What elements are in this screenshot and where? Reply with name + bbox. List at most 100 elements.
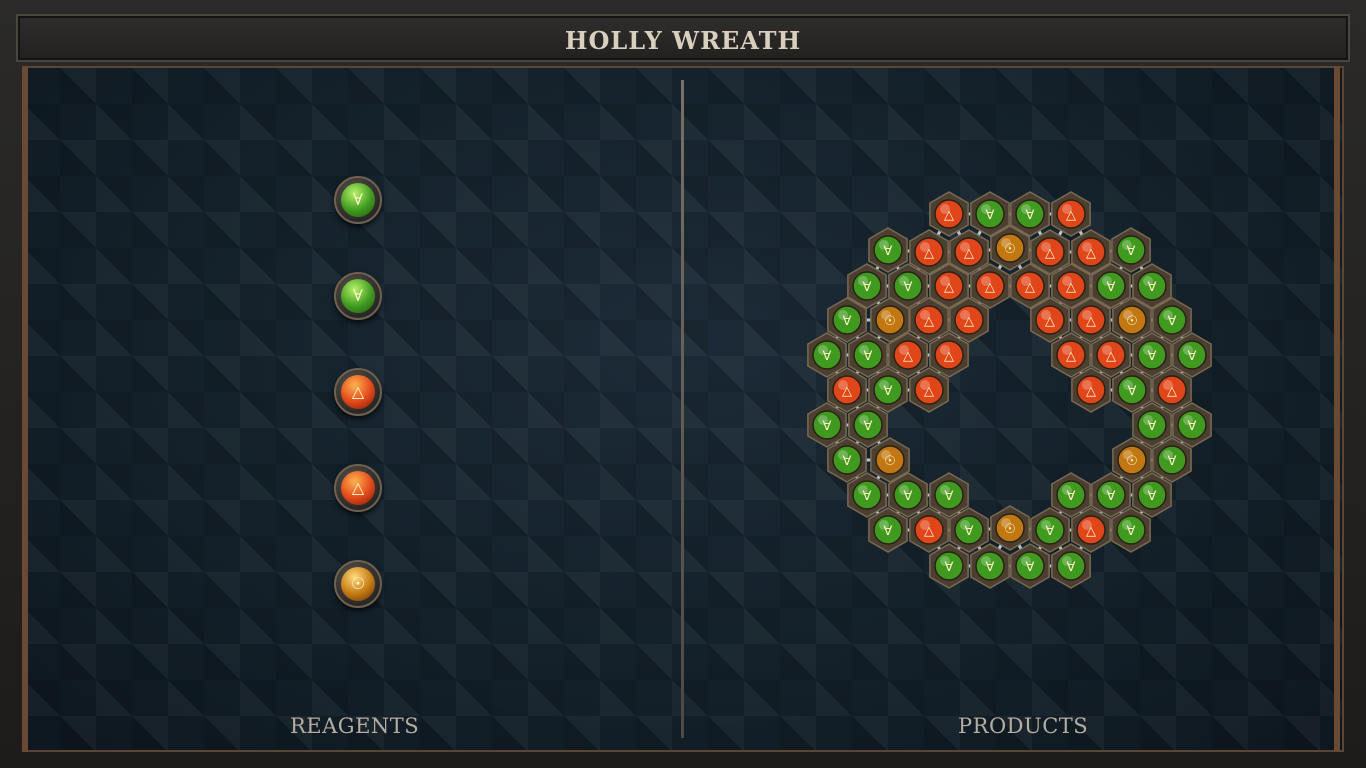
green-element-icon: ∀ [1168,314,1177,329]
red-atom: △ [1051,191,1091,237]
green-element-icon: ∀ [864,349,873,364]
red-element-icon: △ [1086,246,1096,261]
gold-element-icon: ☉ [1004,242,1016,257]
gold-atom: ☉ [990,505,1030,551]
green-atom: ∀ [807,332,847,378]
red-element-icon: △ [924,384,934,399]
green-element-icon: ∀ [863,489,872,504]
green-element-icon: ∀ [1148,280,1157,295]
green-atom: ∀ [929,472,969,518]
green-element-icon: ∀ [843,314,852,329]
red-element-icon: △ [985,280,995,295]
red-element-icon: △ [1086,524,1096,539]
red-element-icon: △ [944,280,954,295]
green-element-icon: ∀ [823,349,832,364]
green-atom: ∀ [848,402,888,448]
red-element-icon: △ [964,246,974,261]
gold-element-icon: ☉ [1126,314,1138,329]
green-element-icon: ∀ [1067,489,1076,504]
red-element-icon: △ [944,208,954,223]
green-atom: ∀ [970,543,1010,589]
gold-atom: ☉ [1112,437,1152,483]
green-atom: ∀ [1132,472,1172,518]
red-element-icon: △ [924,524,934,539]
red-element-icon: △ [1066,208,1076,223]
red-atom: △ [1051,332,1091,378]
red-element-icon: △ [964,314,974,329]
green-element-icon: ∀ [1188,419,1197,434]
red-atom: △ [909,367,949,413]
red-element-icon: △ [944,349,954,364]
green-element-icon: ∀ [965,524,974,539]
green-atom: ∀ [868,227,908,273]
red-element-icon: △ [1106,349,1116,364]
green-element-icon: ∀ [823,419,832,434]
green-element-icon: ∀ [1127,244,1136,259]
gold-element-icon: ☉ [1126,454,1138,469]
green-element-icon: ∀ [945,489,954,504]
gold-element-icon: ☉ [884,314,896,329]
red-atom: △ [1091,332,1131,378]
green-element-icon: ∀ [1127,524,1136,539]
red-atom: △ [1071,507,1111,553]
green-element-icon: ∀ [904,489,913,504]
green-atom: ∀ [847,472,887,518]
green-atom: ∀ [1132,402,1172,448]
red-element-icon: △ [1086,384,1096,399]
green-element-icon: ∀ [1067,560,1076,575]
green-element-icon: ∀ [1046,524,1055,539]
green-element-icon: ∀ [1148,489,1157,504]
red-element-icon: △ [903,349,913,364]
green-atom: ∀ [1051,543,1091,589]
green-atom: ∀ [1172,402,1212,448]
green-element-icon: ∀ [1026,208,1035,223]
red-element-icon: △ [1066,280,1076,295]
red-atom: △ [929,332,969,378]
red-element-icon: △ [924,314,934,329]
green-atom: ∀ [1030,507,1070,553]
green-atom: ∀ [1091,472,1131,518]
green-element-icon: ∀ [1168,454,1177,469]
green-element-icon: ∀ [1107,489,1116,504]
red-atom: △ [909,507,949,553]
green-atom: ∀ [1112,367,1152,413]
green-element-icon: ∀ [884,524,893,539]
red-element-icon: △ [924,246,934,261]
green-element-icon: ∀ [843,454,852,469]
red-element-icon: △ [1066,349,1076,364]
red-atom: △ [1152,367,1192,413]
green-element-icon: ∀ [1026,560,1035,575]
gold-element-icon: ☉ [1004,522,1016,537]
products-label: PRODUCTS [958,714,1089,738]
green-atom: ∀ [1111,507,1151,553]
red-atom: △ [970,263,1010,309]
green-atom: ∀ [1111,227,1151,273]
green-element-icon: ∀ [884,244,893,259]
green-atom: ∀ [827,437,867,483]
red-atom: △ [827,367,867,413]
green-atom: ∀ [807,402,847,448]
reagents-label: REAGENTS [290,714,420,738]
window-frame: HOLLY WREATH ∀ ∀ △ △ ☉ △ ∀ ∀ △ ∀ △ △ ☉ △ △ ∀ ∀ ∀ △ △ △ △ ∀ ∀ ∀ ☉… [0,0,1366,768]
green-element-icon: ∀ [863,280,872,295]
green-atom: ∀ [1132,332,1172,378]
green-element-icon: ∀ [1188,349,1197,364]
green-atom: ∀ [848,332,888,378]
gold-element-icon: ☉ [884,454,896,469]
green-element-icon: ∀ [1107,280,1116,295]
green-element-icon: ∀ [986,560,995,575]
green-element-icon: ∀ [884,384,893,399]
green-element-icon: ∀ [864,419,873,434]
green-atom: ∀ [1051,472,1091,518]
red-element-icon: △ [1045,314,1055,329]
green-element-icon: ∀ [1148,419,1157,434]
green-atom: ∀ [1172,332,1212,378]
green-element-icon: ∀ [986,208,995,223]
green-element-icon: ∀ [904,280,913,295]
red-element-icon: △ [1086,314,1096,329]
green-element-icon: ∀ [945,560,954,575]
red-atom: △ [1071,367,1111,413]
green-atom: ∀ [868,507,908,553]
green-element-icon: ∀ [1148,349,1157,364]
red-element-icon: △ [842,384,852,399]
